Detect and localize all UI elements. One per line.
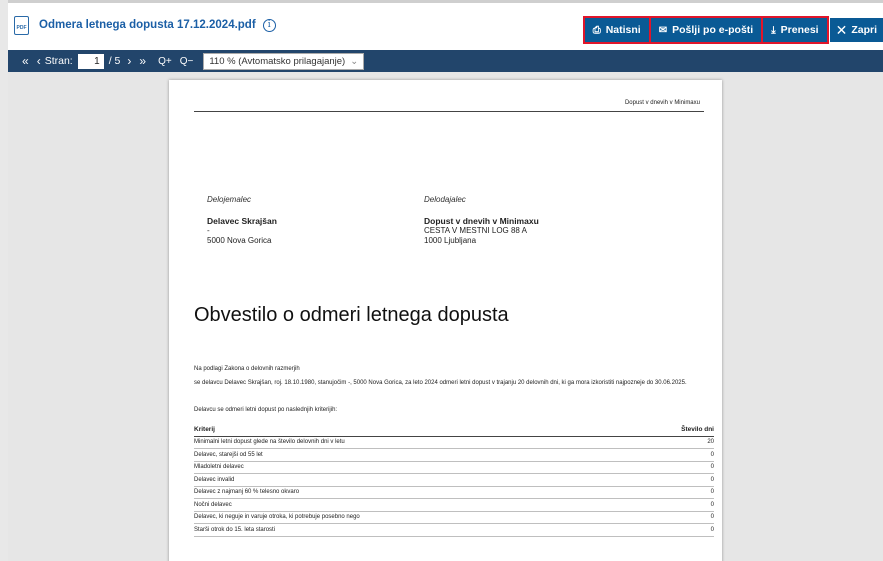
employer-block: Dopust v dnevih v Minimaxu CESTA V MESTN… — [424, 216, 539, 246]
table-row: Mladoletni delavec 0 — [194, 462, 714, 474]
close-icon: ✕ — [835, 21, 848, 38]
last-page-icon[interactable]: » — [139, 54, 146, 68]
employee-block: Delavec Skrajšan - 5000 Nova Gorica — [207, 216, 277, 246]
next-page-icon[interactable]: › — [127, 54, 131, 68]
table-row: Nočni delavec 0 — [194, 499, 714, 512]
criteria-table: Kriterij Število dni Minimalni letni dop… — [194, 424, 714, 537]
row-days: 0 — [710, 476, 714, 483]
info-icon[interactable]: i — [262, 18, 276, 32]
chevron-down-icon: ⌄ — [350, 55, 359, 67]
download-button[interactable]: ⤓ Prenesi — [763, 18, 827, 42]
employee-label: Delojemalec — [207, 195, 252, 204]
column-header-days: Število dni — [681, 426, 714, 434]
row-days: 0 — [710, 489, 714, 496]
page-total: / 5 — [108, 55, 121, 67]
table-row: Delavec, starejši od 55 let 0 — [194, 449, 714, 462]
employee-address-line: - — [207, 226, 210, 235]
row-days: 20 — [707, 439, 714, 446]
employer-name: Dopust v dnevih v Minimaxu — [424, 216, 539, 226]
paragraph-allocation: se delavcu Delavec Skrajšan, roj. 18.10.… — [194, 380, 687, 386]
row-criterion: Nočni delavec — [194, 501, 232, 508]
header-divider — [194, 111, 704, 112]
row-days: 0 — [710, 464, 714, 471]
row-criterion: Delavec invalid — [194, 476, 235, 483]
email-label: Pošlji po e-pošti — [672, 24, 754, 36]
highlighted-actions: ⎙ Natisni ✉ Pošlji po e-pošti ⤓ Prenesi — [582, 16, 829, 44]
document-viewer[interactable]: Dopust v dnevih v Minimaxu Delojemalec D… — [8, 72, 883, 561]
page-number-input[interactable]: 1 — [77, 53, 104, 69]
pdf-file-icon: PDF — [14, 15, 29, 35]
row-criterion: Delavec, ki neguje in varuje otroka, ki … — [194, 514, 360, 521]
employer-city: 1000 Ljubljana — [424, 236, 477, 245]
table-row: Delavec invalid 0 — [194, 474, 714, 487]
first-page-icon[interactable]: « — [22, 54, 29, 68]
pdf-toolbar: « ‹ Stran: 1 / 5 › » Q+ Q− 110 % (Avtoma… — [8, 50, 883, 72]
download-icon: ⤓ — [771, 24, 776, 36]
pdf-viewer-window: PDF Odmera letnega dopusta 17.12.2024.pd… — [8, 0, 883, 561]
row-criterion: Delavec z najmanj 60 % telesno okvaro — [194, 489, 300, 496]
row-days: 0 — [710, 526, 714, 533]
zoom-in-icon[interactable]: Q+ — [158, 56, 172, 67]
column-header-criterion: Kriterij — [194, 426, 215, 434]
table-row: Delavec z najmanj 60 % telesno okvaro 0 — [194, 487, 714, 499]
table-header-row: Kriterij Število dni — [194, 424, 714, 437]
pdf-page: Dopust v dnevih v Minimaxu Delojemalec D… — [169, 80, 722, 561]
table-row: Delavec, ki neguje in varuje otroka, ki … — [194, 512, 714, 524]
employer-street: CESTA V MESTNI LOG 88 A — [424, 226, 527, 235]
table-row: Starši otrok do 15. leta starosti 0 — [194, 524, 714, 537]
row-criterion: Minimalni letni dopust glede na število … — [194, 439, 345, 446]
close-button[interactable]: ✕ Zapri — [829, 18, 883, 42]
row-criterion: Delavec, starejši od 55 let — [194, 451, 263, 458]
printer-icon: ⎙ — [592, 24, 601, 36]
employee-city: 5000 Nova Gorica — [207, 236, 272, 245]
employee-name: Delavec Skrajšan — [207, 216, 277, 226]
email-button[interactable]: ✉ Pošlji po e-pošti — [650, 18, 762, 42]
page-header-text: Dopust v dnevih v Minimaxu — [624, 100, 700, 106]
row-days: 0 — [710, 451, 714, 458]
print-label: Natisni — [605, 24, 641, 36]
download-label: Prenesi — [780, 24, 819, 36]
zoom-select[interactable]: 110 % (Avtomatsko prilagajanje) ⌄ — [203, 52, 365, 70]
table-row: Minimalni letni dopust glede na število … — [194, 437, 714, 449]
page-label: Stran: — [44, 55, 73, 67]
print-button[interactable]: ⎙ Natisni — [584, 18, 649, 42]
zoom-value: 110 % (Avtomatsko prilagajanje) — [209, 55, 346, 67]
row-days: 0 — [710, 514, 714, 521]
row-days: 0 — [710, 501, 714, 508]
close-label: Zapri — [851, 24, 877, 36]
envelope-icon: ✉ — [658, 24, 668, 36]
row-criterion: Mladoletni delavec — [194, 464, 244, 471]
document-heading: Obvestilo o odmeri letnega dopusta — [194, 304, 509, 326]
row-criterion: Starši otrok do 15. leta starosti — [194, 526, 276, 533]
zoom-out-icon[interactable]: Q− — [180, 56, 194, 67]
previous-page-icon[interactable]: ‹ — [37, 54, 41, 68]
action-buttons: ⎙ Natisni ✉ Pošlji po e-pošti ⤓ Prenesi … — [582, 16, 883, 46]
paragraph-legal-basis: Na podlagi Zakona o delovnih razmerjih — [194, 366, 300, 372]
paragraph-criteria-intro: Delavcu se odmeri letni dopust po nasled… — [194, 407, 338, 413]
employer-label: Delodajalec — [424, 195, 466, 204]
document-title: Odmera letnega dopusta 17.12.2024.pdf — [39, 19, 256, 31]
